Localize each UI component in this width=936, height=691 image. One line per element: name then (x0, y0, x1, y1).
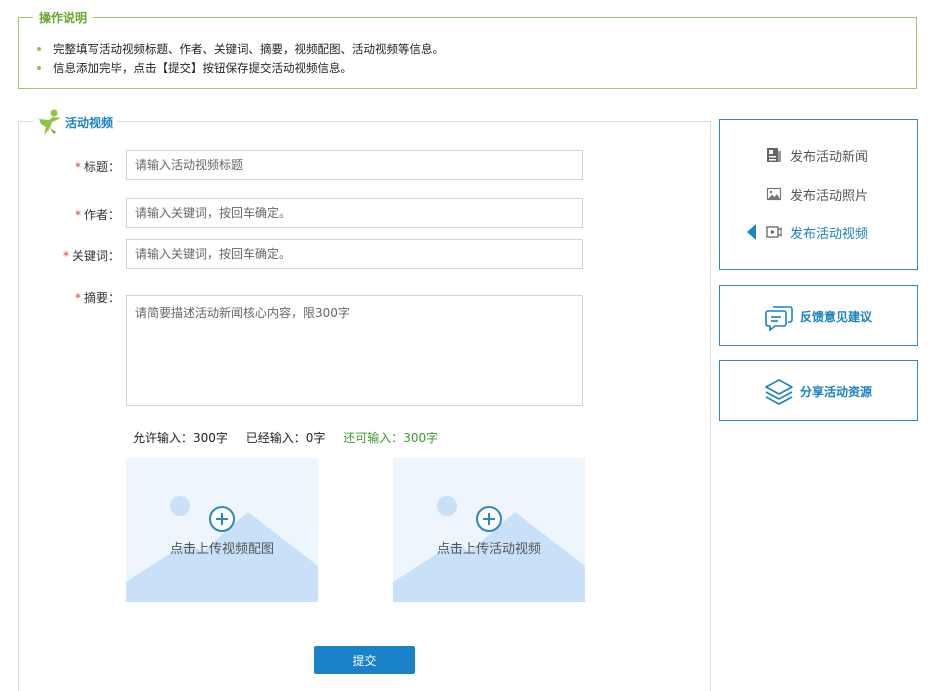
running-figure-icon (39, 109, 61, 135)
entered-count: 已经输入：0字 (245, 431, 326, 445)
share-label: 分享活动资源 (800, 385, 873, 399)
chat-bubble-icon (765, 306, 793, 332)
sidebar-item-label: 发布活动新闻 (790, 149, 869, 165)
upload-cover-label: 点击上传视频配图 (169, 542, 274, 557)
author-label: * 作者： (74, 208, 120, 222)
title-input[interactable] (126, 150, 583, 180)
image-placeholder-icon (126, 496, 318, 602)
layers-icon (765, 379, 793, 405)
allowed-count: 允许输入：300字 (133, 431, 228, 445)
share-resources-button[interactable]: 分享活动资源 (719, 360, 918, 421)
instruction-item: 完整填写活动视频标题、作者、关键词、摘要，视频配图、活动视频等信息。 (35, 40, 444, 59)
summary-label: * 摘要： (74, 291, 120, 305)
instructions-title: 操作说明 (33, 9, 94, 26)
required-mark: * (62, 249, 69, 263)
title-label: * 标题： (74, 160, 120, 174)
video-form-panel: 活动视频 *标题： *作者： *关键词： *摘要： 允许输入：300字 已经输入… (18, 106, 711, 691)
keywords-input[interactable] (126, 239, 583, 269)
active-indicator-icon (747, 224, 756, 240)
sidebar-item-label: 发布活动照片 (790, 188, 869, 204)
video-icon (766, 226, 782, 238)
required-mark: * (74, 208, 81, 222)
required-mark: * (74, 291, 81, 305)
panel-title: 活动视频 (65, 115, 114, 130)
author-input[interactable] (126, 198, 583, 228)
upload-cover-image[interactable]: 点击上传视频配图 (126, 458, 318, 602)
image-placeholder-icon (393, 496, 585, 602)
upload-video[interactable]: 点击上传活动视频 (393, 458, 585, 602)
photo-icon (766, 187, 782, 201)
keywords-label: * 关键词： (62, 249, 120, 263)
instructions-list: 完整填写活动视频标题、作者、关键词、摘要，视频配图、活动视频等信息。 信息添加完… (35, 40, 444, 78)
char-counter: 允许输入：300字 已经输入：0字 还可输入：300字 (133, 429, 452, 446)
upload-video-label: 点击上传活动视频 (436, 542, 541, 557)
feedback-button[interactable]: 反馈意见建议 (719, 285, 918, 346)
sidebar-nav: 发布活动新闻 发布活动照片 发布活动视频 (719, 119, 918, 270)
sidebar-item-publish-news[interactable]: 发布活动新闻 (720, 143, 917, 167)
feedback-label: 反馈意见建议 (800, 310, 873, 324)
sidebar-item-publish-photos[interactable]: 发布活动照片 (720, 182, 917, 206)
instruction-item: 信息添加完毕，点击【提交】按钮保存提交活动视频信息。 (35, 59, 444, 78)
summary-textarea[interactable] (126, 295, 583, 406)
remaining-count: 还可输入：300字 (343, 431, 439, 445)
submit-button[interactable]: 提交 (314, 646, 415, 674)
required-mark: * (74, 160, 81, 174)
sidebar-item-publish-video[interactable]: 发布活动视频 (720, 220, 917, 244)
news-icon (767, 148, 781, 162)
instructions-box: 操作说明 完整填写活动视频标题、作者、关键词、摘要，视频配图、活动视频等信息。 … (18, 9, 917, 89)
sidebar-item-label: 发布活动视频 (790, 226, 869, 242)
panel-header: 活动视频 (33, 106, 118, 138)
